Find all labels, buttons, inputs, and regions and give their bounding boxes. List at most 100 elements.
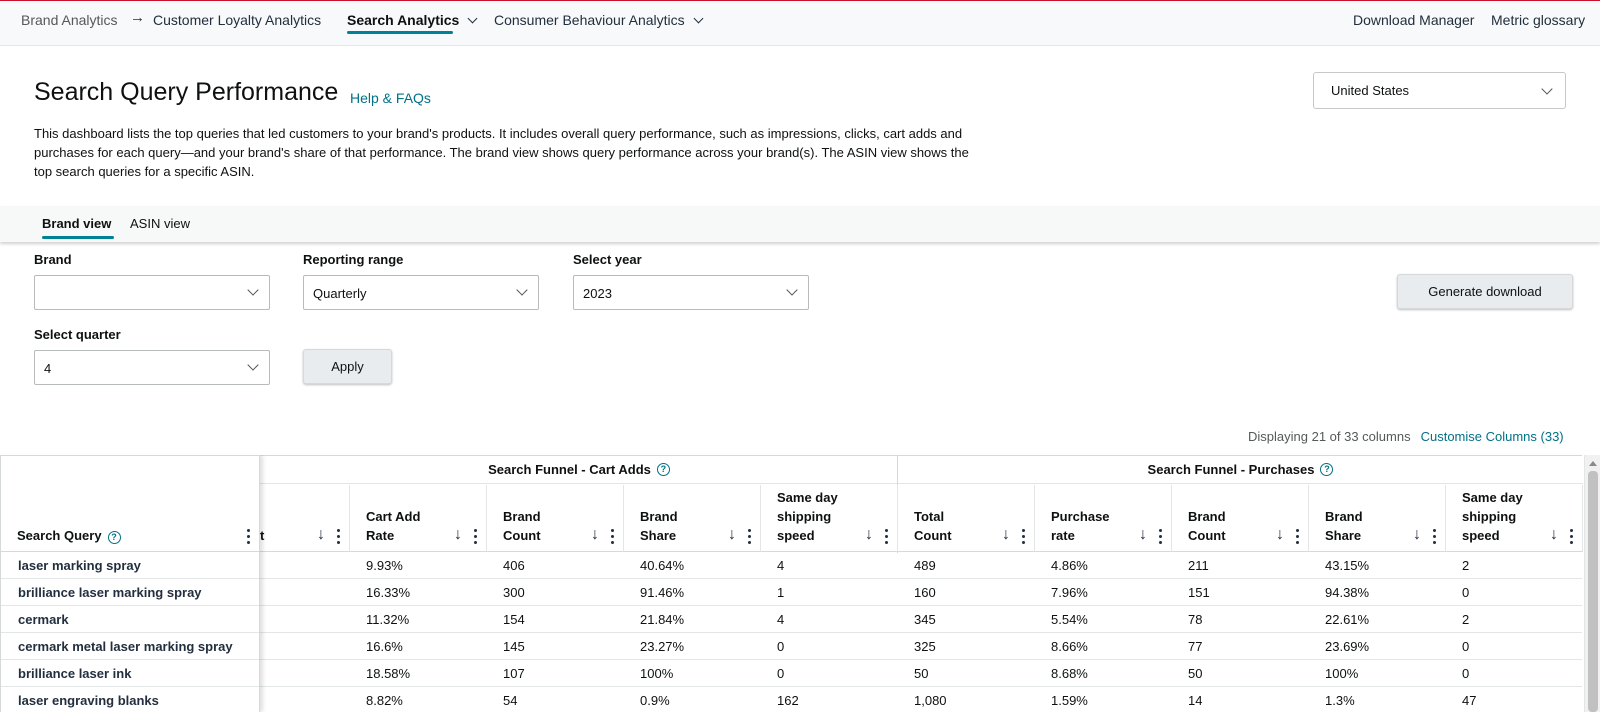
table-cell: 151: [1188, 585, 1210, 600]
column-menu-icon[interactable]: [748, 529, 752, 544]
apply-button[interactable]: Apply: [303, 349, 392, 384]
table-row[interactable]: 16.6% 145 23.27% 0 325 8.66% 77 23.69% 0: [260, 634, 1582, 660]
table-row[interactable]: brilliance laser marking spray: [1, 580, 259, 606]
table-row[interactable]: laser engraving blanks: [1, 688, 259, 712]
table-cell: 78: [1188, 612, 1203, 627]
search-query-cell[interactable]: brilliance laser marking spray: [18, 585, 202, 600]
table-row[interactable]: 16.33% 300 91.46% 1 160 7.96% 151 94.38% 0: [260, 580, 1582, 606]
sort-arrow-icon[interactable]: ↓: [1002, 526, 1010, 544]
column-header-line: shipping: [1462, 509, 1517, 524]
nav-consumer-behaviour-analytics[interactable]: Consumer Behaviour Analytics: [494, 12, 704, 28]
column-menu-icon[interactable]: [247, 529, 251, 544]
search-query-cell[interactable]: cermark metal laser marking spray: [18, 639, 233, 654]
column-menu-icon[interactable]: [1433, 529, 1437, 544]
table-row[interactable]: laser marking spray: [1, 553, 259, 579]
country-select-value: United States: [1331, 83, 1410, 98]
select-year-select[interactable]: 2023: [573, 275, 809, 310]
generate-download-button[interactable]: Generate download: [1397, 274, 1573, 309]
sort-arrow-icon[interactable]: ↓: [317, 526, 325, 544]
column-header-line: rate: [1051, 528, 1075, 543]
country-select[interactable]: United States: [1313, 72, 1566, 109]
table-cell: 54: [503, 693, 518, 708]
column-header[interactable]: Cart Add Rate ↓: [350, 485, 487, 552]
column-header[interactable]: Brand Share ↓: [624, 485, 761, 552]
table-row[interactable]: cermark metal laser marking spray: [1, 634, 259, 660]
help-icon[interactable]: ?: [107, 531, 121, 544]
column-header-line: Cart Add: [366, 509, 421, 524]
column-header-label: Cart Add Rate: [366, 507, 420, 545]
table-cell: 23.27%: [640, 639, 685, 654]
sort-arrow-icon[interactable]: ↓: [1139, 526, 1147, 544]
table-cell: 0: [1462, 639, 1470, 654]
column-header[interactable]: Same day shipping speed ↓: [761, 485, 898, 552]
column-menu-icon[interactable]: [1159, 529, 1163, 544]
column-header-truncated[interactable]: t ↓: [260, 485, 350, 552]
sort-arrow-icon[interactable]: ↓: [591, 526, 599, 544]
column-header-line: Brand: [640, 509, 678, 524]
scroll-up-arrow-icon[interactable]: [1589, 461, 1597, 466]
sort-arrow-icon[interactable]: ↓: [865, 526, 873, 544]
metric-glossary-link[interactable]: Metric glossary: [1491, 12, 1585, 28]
column-header-label: Same day shipping speed: [1462, 488, 1523, 545]
nav-search-analytics[interactable]: Search Analytics: [347, 12, 478, 28]
table-cell: 77: [1188, 639, 1203, 654]
column-header-line: shipping: [777, 509, 832, 524]
column-header-label: Brand Count: [1188, 507, 1226, 545]
table-scroll-area[interactable]: Search Funnel - Cart Adds? Search Funnel …: [260, 455, 1583, 712]
sort-arrow-icon[interactable]: ↓: [1413, 526, 1421, 544]
search-query-cell[interactable]: cermark: [18, 612, 69, 627]
sort-arrow-icon[interactable]: ↓: [454, 526, 462, 544]
reporting-range-select[interactable]: Quarterly: [303, 275, 539, 310]
help-faqs-link[interactable]: Help & FAQs: [350, 90, 431, 106]
select-quarter-select[interactable]: 4: [34, 350, 270, 385]
search-query-cell[interactable]: brilliance laser ink: [18, 666, 131, 681]
search-query-cell[interactable]: laser engraving blanks: [18, 693, 159, 708]
table-row[interactable]: cermark: [1, 607, 259, 633]
tab-brand-view[interactable]: Brand view: [42, 216, 111, 231]
column-menu-icon[interactable]: [1570, 529, 1574, 544]
column-header-line: Same day: [1462, 490, 1523, 505]
table-cell: 0: [1462, 585, 1470, 600]
sort-arrow-icon[interactable]: ↓: [1550, 526, 1558, 544]
column-menu-icon[interactable]: [337, 529, 341, 544]
help-icon[interactable]: ?: [656, 463, 670, 476]
table-row[interactable]: brilliance laser ink: [1, 661, 259, 687]
nav-customer-loyalty-analytics[interactable]: Customer Loyalty Analytics: [153, 12, 321, 28]
column-header-search-query[interactable]: Search Query?: [1, 456, 259, 552]
select-year-label: Select year: [573, 252, 642, 267]
table-row[interactable]: 18.58% 107 100% 0 50 8.68% 50 100% 0: [260, 661, 1582, 687]
search-query-cell[interactable]: laser marking spray: [18, 558, 141, 573]
column-header[interactable]: Brand Count ↓: [1172, 485, 1309, 552]
table-row[interactable]: 8.82% 54 0.9% 162 1,080 1.59% 14 1.3% 47: [260, 688, 1582, 712]
column-menu-icon[interactable]: [885, 529, 889, 544]
table-row[interactable]: 11.32% 154 21.84% 4 345 5.54% 78 22.61% 2: [260, 607, 1582, 633]
column-menu-icon[interactable]: [474, 529, 478, 544]
top-navigation: Brand Analytics → Customer Loyalty Analy…: [0, 0, 1600, 46]
breadcrumb-brand-analytics[interactable]: Brand Analytics: [21, 12, 118, 28]
column-header[interactable]: Brand Share ↓: [1309, 485, 1446, 552]
column-header[interactable]: Brand Count ↓: [487, 485, 624, 552]
help-icon[interactable]: ?: [1320, 463, 1334, 476]
column-header[interactable]: Purchase rate ↓: [1035, 485, 1172, 552]
column-menu-icon[interactable]: [611, 529, 615, 544]
vertical-scrollbar[interactable]: [1584, 455, 1600, 712]
table-cell: 1.59%: [1051, 693, 1088, 708]
column-header[interactable]: Total Count ↓: [898, 485, 1035, 552]
download-manager-link[interactable]: Download Manager: [1353, 12, 1474, 28]
column-menu-icon[interactable]: [1022, 529, 1026, 544]
column-header[interactable]: Same day shipping speed ↓: [1446, 485, 1583, 552]
reporting-range-label: Reporting range: [303, 252, 404, 267]
customise-columns-link[interactable]: Customise Columns (33): [1421, 429, 1564, 444]
table-row[interactable]: 9.93% 406 40.64% 4 489 4.86% 211 43.15% 2: [260, 553, 1582, 579]
scrollbar-thumb[interactable]: [1588, 471, 1598, 712]
table-cell: 0: [1462, 666, 1470, 681]
table-cell: 0: [777, 666, 785, 681]
sort-arrow-icon[interactable]: ↓: [728, 526, 736, 544]
brand-select[interactable]: [34, 275, 270, 310]
chevron-down-icon: [247, 359, 259, 371]
tab-asin-view[interactable]: ASIN view: [130, 216, 190, 231]
column-menu-icon[interactable]: [1296, 529, 1300, 544]
sort-arrow-icon[interactable]: ↓: [1276, 526, 1284, 544]
chevron-down-icon: [467, 13, 478, 24]
table-cell: 325: [914, 639, 936, 654]
